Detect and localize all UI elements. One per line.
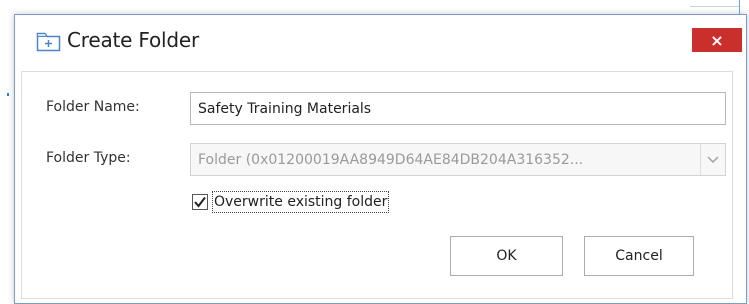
dialog-title: Create Folder <box>67 28 200 52</box>
folder-type-select[interactable]: Folder (0x01200019AA8949D64AE84DB204A316… <box>190 143 726 176</box>
overwrite-label[interactable]: Overwrite existing folder <box>212 191 390 213</box>
background-window-fragment <box>690 0 740 7</box>
folder-type-label: Folder Type: <box>46 150 131 166</box>
close-icon: × <box>710 30 724 50</box>
dialog-titlebar[interactable]: Create Folder × <box>15 15 746 71</box>
create-folder-dialog: Create Folder × Folder Name: Safety Trai… <box>14 14 747 304</box>
background-marker <box>7 93 9 96</box>
folder-type-value: Folder (0x01200019AA8949D64AE84DB204A316… <box>198 151 584 168</box>
chevron-down-icon[interactable] <box>700 144 725 175</box>
close-button[interactable]: × <box>692 28 742 52</box>
folder-name-value: Safety Training Materials <box>198 100 372 117</box>
folder-name-label: Folder Name: <box>46 99 140 115</box>
cancel-button[interactable]: Cancel <box>584 236 694 276</box>
overwrite-option[interactable]: Overwrite existing folder <box>192 191 390 213</box>
folder-icon <box>36 29 61 52</box>
ok-button[interactable]: OK <box>450 236 563 276</box>
folder-name-input[interactable]: Safety Training Materials <box>190 92 726 125</box>
form-panel: Folder Name: Safety Training Materials F… <box>21 71 733 299</box>
overwrite-checkbox[interactable] <box>192 194 208 210</box>
